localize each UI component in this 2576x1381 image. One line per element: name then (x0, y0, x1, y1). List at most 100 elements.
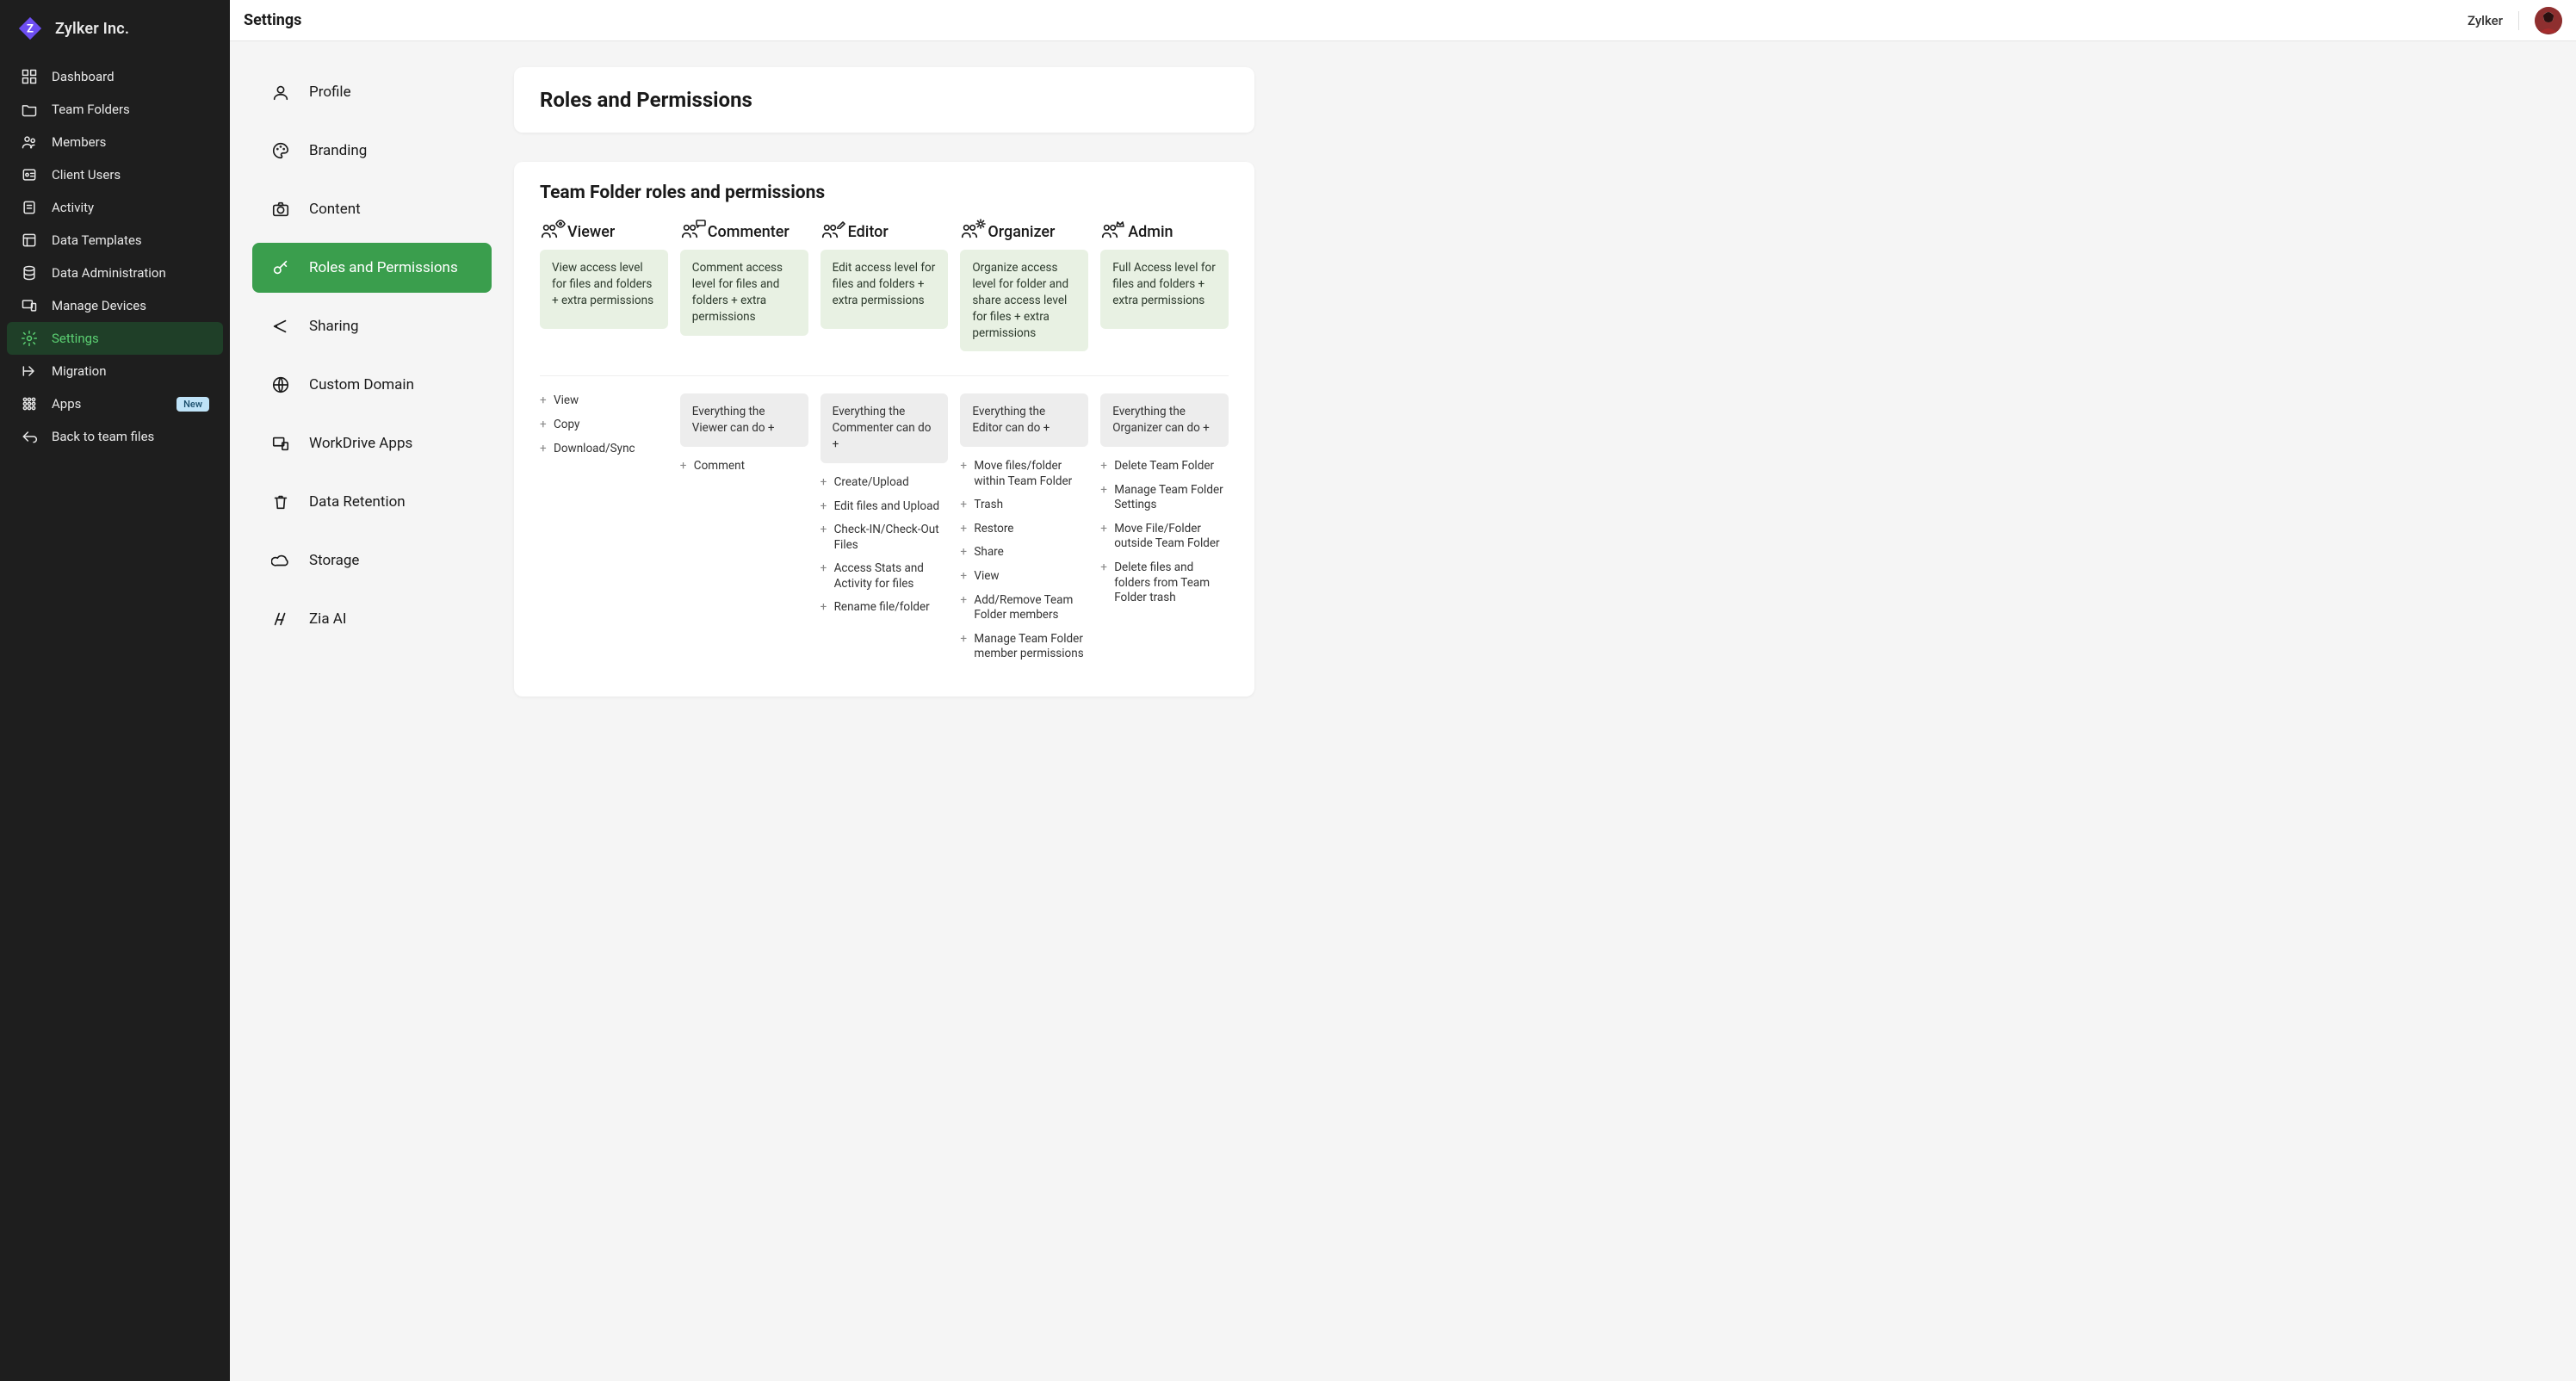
main-area: Settings Zylker Profile Branding Content… (230, 0, 2576, 1381)
role-desc-admin: Full Access level for files and folders … (1100, 250, 1229, 329)
perm-item: Rename file/folder (820, 600, 949, 616)
role-title-admin: Admin (1100, 222, 1229, 241)
sidebar-item-label: Settings (52, 331, 209, 346)
inherit-box-admin: Everything the Organizer can do + (1100, 393, 1229, 447)
sidebar-nav: Dashboard Team Folders Members Client Us… (0, 60, 230, 453)
globe-icon (271, 375, 290, 394)
panel-title: Roles and Permissions (514, 67, 1254, 133)
perm-item: Copy (540, 418, 668, 433)
role-head-commenter: Commenter Comment access level for files… (680, 222, 808, 336)
user-icon (271, 83, 290, 102)
people-icon (960, 222, 979, 241)
settings-nav-label: Branding (309, 142, 367, 159)
roles-body-row: View Copy Download/Sync Everything the View… (540, 375, 1229, 670)
settings-nav-item-workdrive-apps[interactable]: WorkDrive Apps (252, 418, 492, 468)
sidebar-item-label: Manage Devices (52, 298, 209, 313)
perm-list-admin: Delete Team FolderManage Team Folder Set… (1100, 459, 1229, 605)
sidebar-item-label: Data Templates (52, 232, 209, 248)
perm-item: Restore (960, 522, 1088, 537)
settings-nav-item-data-retention[interactable]: Data Retention (252, 477, 492, 527)
perm-list-editor: Create/Upload Edit files and Upload Check-… (820, 475, 949, 616)
avatar[interactable] (2535, 7, 2562, 34)
perm-item: Trash (960, 498, 1088, 513)
org-name: Zylker Inc. (55, 20, 129, 38)
role-name: Admin (1128, 223, 1173, 241)
camera-icon (271, 200, 290, 219)
db-icon (21, 264, 38, 282)
sidebar-item-back[interactable]: Back to team files (7, 420, 223, 453)
settings-nav-item-content[interactable]: Content (252, 184, 492, 234)
perm-item: Create/Upload (820, 475, 949, 491)
role-head-editor: Editor Edit access level for files and f… (820, 222, 949, 329)
sidebar: Z Zylker Inc. Dashboard Team Folders Mem… (0, 0, 230, 1381)
settings-nav-item-branding[interactable]: Branding (252, 126, 492, 176)
sidebar-item-team-folders[interactable]: Team Folders (7, 93, 223, 126)
cog-icon (975, 215, 986, 226)
sidebar-item-dashboard[interactable]: Dashboard (7, 60, 223, 93)
role-name: Commenter (708, 223, 790, 241)
trash-icon (271, 492, 290, 511)
settings-nav-label: Sharing (309, 318, 359, 335)
sidebar-item-label: Migration (52, 363, 209, 379)
users-icon (21, 133, 38, 151)
perm-item: Check-IN/Check-Out Files (820, 523, 949, 553)
role-name: Organizer (988, 223, 1055, 241)
sidebar-item-migration[interactable]: Migration (7, 355, 223, 387)
clock-icon (21, 199, 38, 216)
perm-list-viewer: ViewCopyDownload/Sync (540, 393, 668, 456)
sidebar-item-data-templates[interactable]: Data Templates (7, 224, 223, 257)
sidebar-item-settings[interactable]: Settings (7, 322, 223, 355)
perm-item: Delete Team Folder (1100, 459, 1229, 474)
sidebar-item-label: Back to team files (52, 429, 209, 444)
role-col-commenter: Everything the Viewer can do + Comment (680, 393, 808, 670)
panel: Roles and Permissions Team Folder roles … (514, 41, 1289, 1381)
sidebar-item-label: Apps (52, 396, 163, 412)
page-title: Settings (244, 11, 301, 29)
devices-icon (21, 297, 38, 314)
role-desc-editor: Edit access level for files and folders … (820, 250, 949, 329)
perm-list-organizer: Move files/folder within Team Folder Tras… (960, 459, 1088, 661)
inherit-box-commenter: Everything the Viewer can do + (680, 393, 808, 447)
sidebar-item-label: Team Folders (52, 102, 209, 117)
perm-list-commenter: Comment (680, 459, 808, 474)
sidebar-item-apps[interactable]: Apps New (7, 387, 223, 420)
role-col-admin: Everything the Organizer can do + Delete … (1100, 393, 1229, 670)
new-badge: New (176, 397, 209, 412)
perm-item: Move files/folder within Team Folder (960, 459, 1088, 489)
grid-icon (21, 68, 38, 85)
settings-nav-item-profile[interactable]: Profile (252, 67, 492, 117)
settings-nav-label: Profile (309, 84, 351, 101)
role-col-viewer: ViewCopyDownload/Sync (540, 393, 668, 670)
content: Profile Branding Content Roles and Permi… (230, 41, 2576, 1381)
perm-item: Move File/Folder outside Team Folder (1100, 522, 1229, 552)
sidebar-item-manage-devices[interactable]: Manage Devices (7, 289, 223, 322)
perm-item: Edit files and Upload (820, 499, 949, 515)
sidebar-item-data-administration[interactable]: Data Administration (7, 257, 223, 289)
sidebar-item-client-users[interactable]: Client Users (7, 158, 223, 191)
panel-title-card: Roles and Permissions (514, 67, 1254, 133)
settings-nav-item-custom-domain[interactable]: Custom Domain (252, 360, 492, 410)
settings-nav-item-zia-ai[interactable]: Zia AI (252, 594, 492, 644)
sidebar-item-label: Client Users (52, 167, 209, 183)
role-title-viewer: Viewer (540, 222, 668, 241)
settings-nav-item-storage[interactable]: Storage (252, 536, 492, 585)
appsdev-icon (271, 434, 290, 453)
topbar-divider (2518, 11, 2519, 30)
perm-item: Download/Sync (540, 442, 668, 457)
eye-icon (555, 215, 566, 226)
role-col-organizer: Everything the Editor can do +Move files… (960, 393, 1088, 670)
settings-nav-item-sharing[interactable]: Sharing (252, 301, 492, 351)
settings-nav-label: WorkDrive Apps (309, 435, 412, 452)
cloud-icon (271, 551, 290, 570)
key-icon (271, 258, 290, 277)
roles-card: Team Folder roles and permissions Viewer… (514, 162, 1254, 697)
sidebar-item-activity[interactable]: Activity (7, 191, 223, 224)
topbar: Settings Zylker (230, 0, 2576, 41)
perm-item: View (960, 569, 1088, 585)
settings-nav-item-roles[interactable]: Roles and Permissions (252, 243, 492, 293)
role-name: Editor (848, 223, 889, 241)
ai-icon (271, 610, 290, 629)
sidebar-item-members[interactable]: Members (7, 126, 223, 158)
gear-icon (21, 330, 38, 347)
perm-item: Access Stats and Activity for files (820, 561, 949, 591)
